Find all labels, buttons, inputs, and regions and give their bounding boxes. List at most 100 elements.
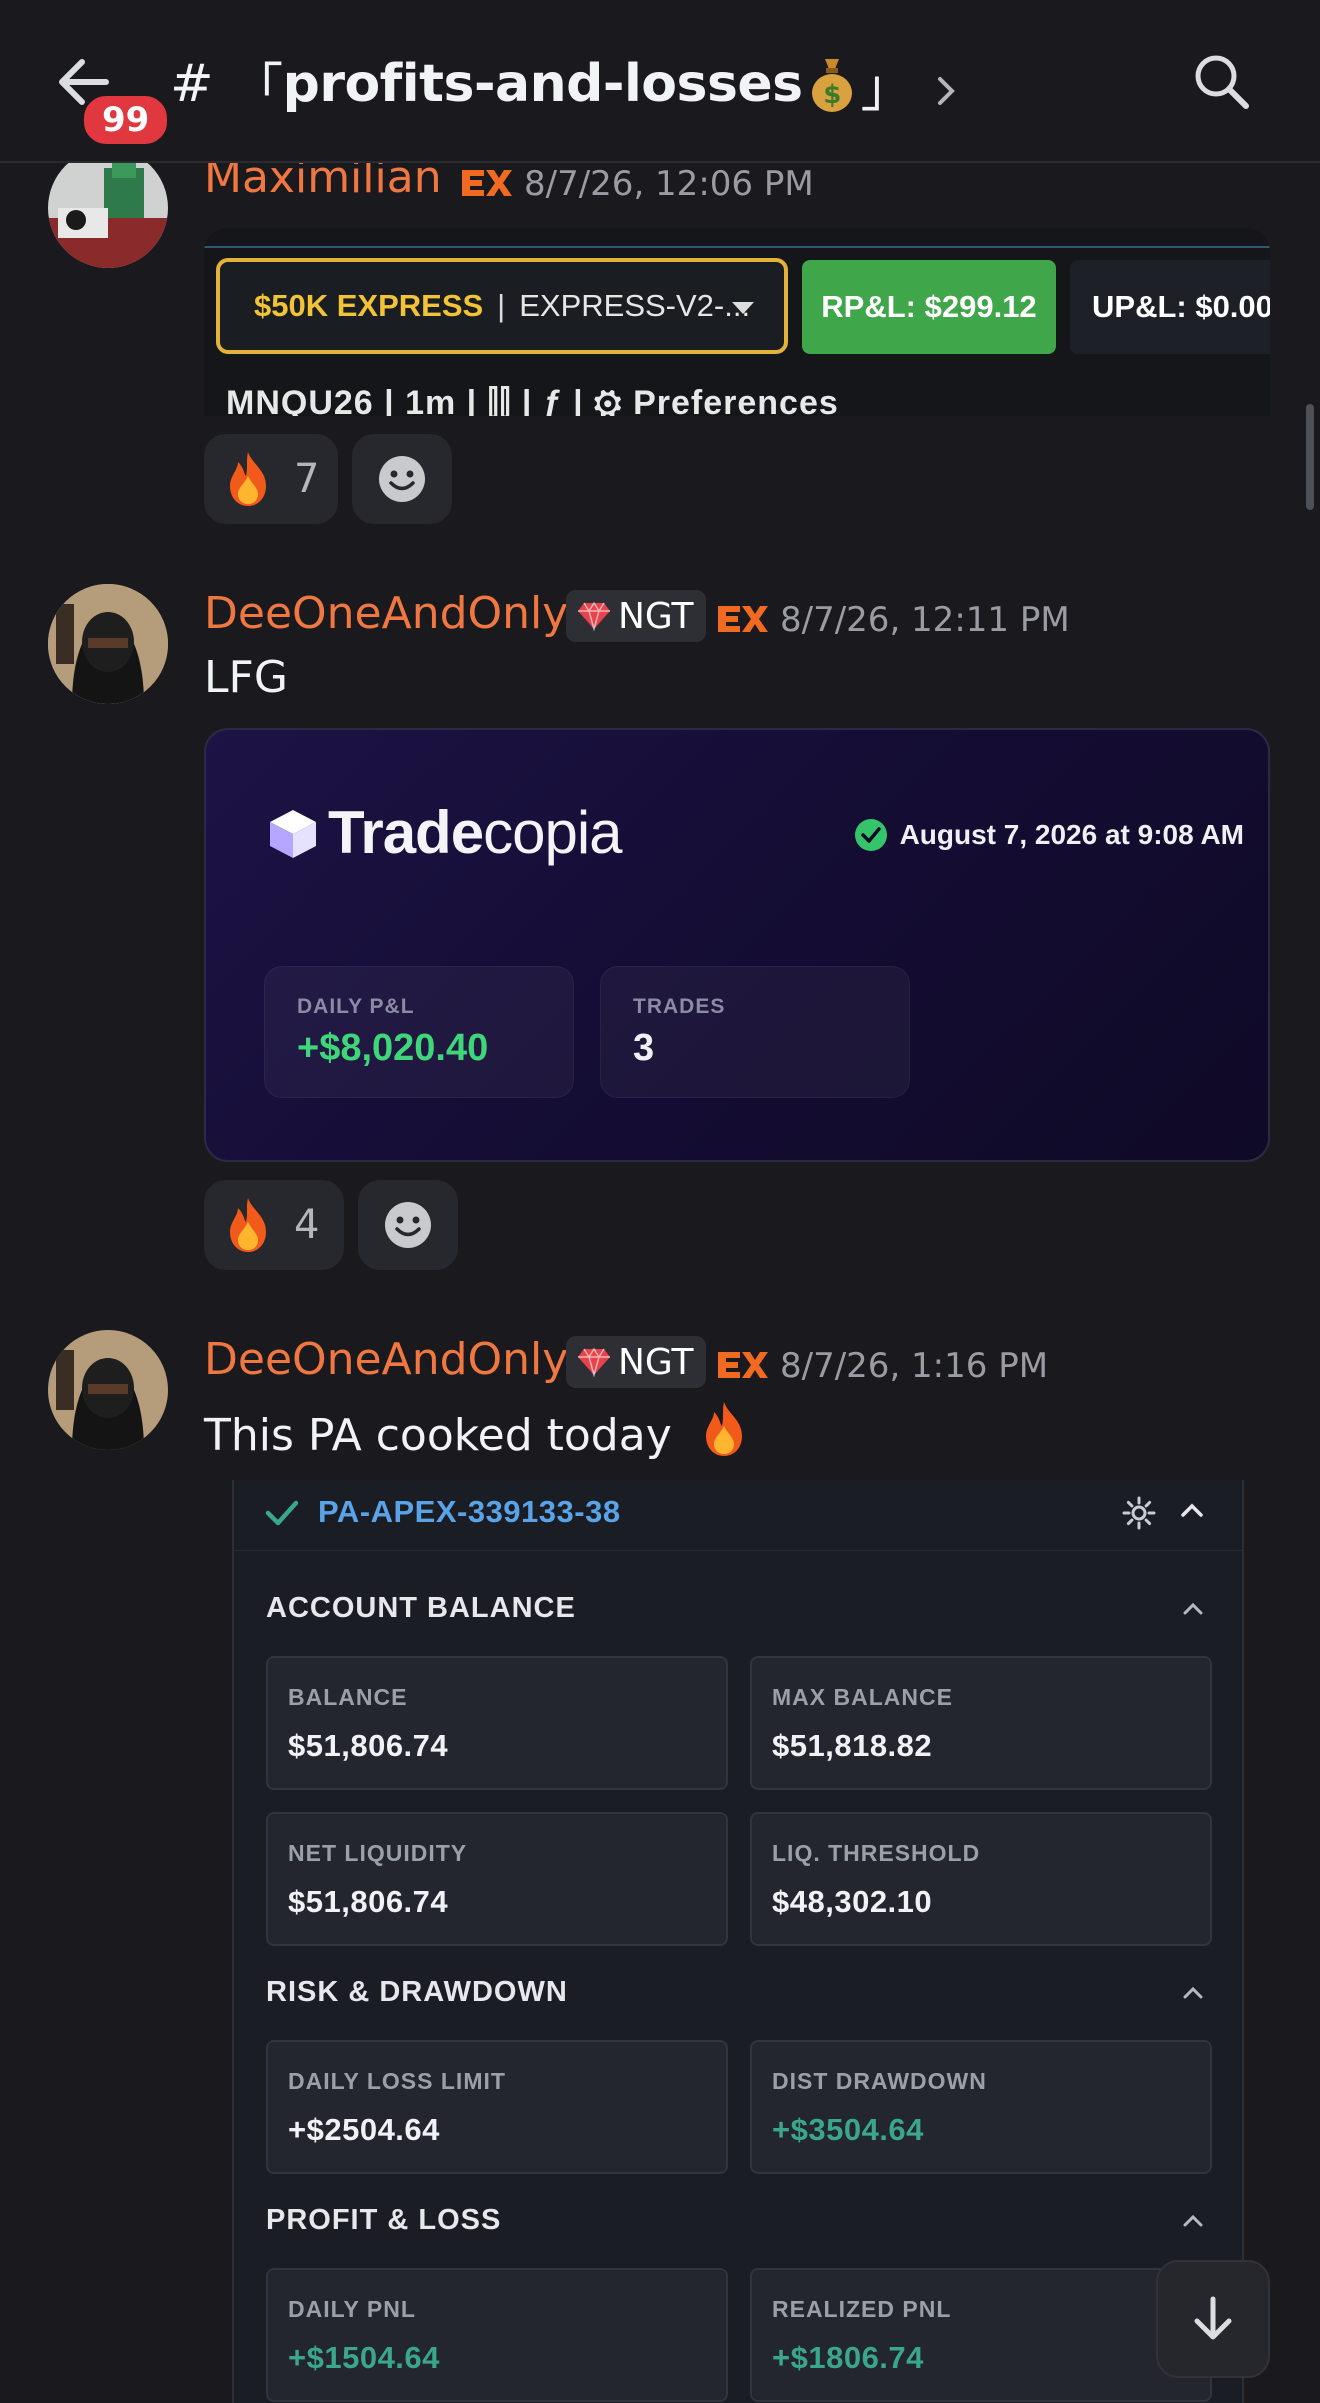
chevron-up-icon[interactable] <box>1180 1502 1204 1518</box>
stat-value: +$2504.64 <box>288 2112 440 2147</box>
divider <box>234 1550 1242 1551</box>
stat-value: $48,302.10 <box>772 1884 933 1919</box>
unread-badge: 99 <box>80 92 172 148</box>
stat-value: $51,806.74 <box>288 1884 449 1919</box>
username[interactable]: DeeOneAndOnly <box>204 1334 568 1385</box>
tradecopia-date: August 7, 2026 at 9:08 AM <box>854 818 1244 852</box>
channel-name: profits-and-losses <box>282 53 804 114</box>
stat-value: +$1504.64 <box>288 2340 440 2375</box>
stat-max-balance: MAX BALANCE $51,818.82 <box>750 1656 1212 1790</box>
tradecopia-card[interactable]: Tradecopia August 7, 2026 at 9:08 AM DAI… <box>204 728 1270 1162</box>
reaction-count: 4 <box>294 1202 320 1248</box>
arrow-down-icon <box>1194 2296 1232 2340</box>
avatar[interactable] <box>48 148 168 268</box>
emoji-smile-icon <box>379 456 425 502</box>
stat-liq-threshold: LIQ. THRESHOLD $48,302.10 <box>750 1812 1212 1946</box>
check-circle-icon <box>854 819 887 851</box>
add-reaction-button[interactable] <box>358 1180 458 1270</box>
role-tag[interactable]: NGT <box>566 1336 706 1388</box>
account-select[interactable]: $50K EXPRESS | EXPRESS-V2-... <box>216 258 788 354</box>
timestamp: 8/7/26, 12:11 PM <box>780 600 1070 640</box>
stat-label: MAX BALANCE <box>772 1684 953 1710</box>
hash-icon: # <box>170 53 214 114</box>
add-reaction-button[interactable] <box>352 434 452 524</box>
money-bag-icon: $ <box>809 55 855 113</box>
ex-logo-icon <box>716 1350 768 1380</box>
message-text: LFG <box>204 652 288 703</box>
username[interactable]: DeeOneAndOnly <box>204 588 568 639</box>
role-tag-label: NGT <box>618 595 694 637</box>
reaction-fire[interactable]: 7 <box>204 434 338 524</box>
card-label: TRADES <box>633 995 726 1018</box>
stat-value: +$3504.64 <box>772 2112 924 2147</box>
timestamp: 8/7/26, 12:06 PM <box>524 164 814 204</box>
role-tag[interactable]: NGT <box>566 590 706 642</box>
reaction-fire[interactable]: 4 <box>204 1180 344 1270</box>
chart-toolbar: MNQU26 | 1m | ⫿⫿ | ƒ | ⚙ Preferences <box>226 384 839 416</box>
brand-rest: copia <box>483 799 622 866</box>
daily-pnl-card: DAILY P&L +$8,020.40 <box>264 966 574 1098</box>
realized-pnl-badge: RP&L: $299.12 <box>802 260 1056 354</box>
stat-label: DAILY PNL <box>288 2296 416 2322</box>
timestamp: 8/7/26, 1:16 PM <box>780 1346 1049 1386</box>
tradecopia-logo: Tradecopia <box>264 798 623 867</box>
brand-bold: Trade <box>328 799 484 866</box>
chart-embed[interactable]: $50K EXPRESS | EXPRESS-V2-... RP&L: $299… <box>204 228 1270 416</box>
stat-value: $51,806.74 <box>288 1728 449 1763</box>
fire-icon <box>705 1402 742 1456</box>
gem-icon <box>578 1347 610 1377</box>
avatar[interactable] <box>48 1330 168 1450</box>
stat-label: REALIZED PNL <box>772 2296 952 2322</box>
stat-daily-loss-limit: DAILY LOSS LIMIT +$2504.64 <box>266 2040 728 2174</box>
search-icon[interactable] <box>1190 50 1252 112</box>
card-value: +$8,020.40 <box>297 1027 489 1069</box>
account-id[interactable]: PA-APEX-339133-38 <box>318 1494 621 1530</box>
stat-balance: BALANCE $51,806.74 <box>266 1656 728 1790</box>
message-text-content: This PA cooked today <box>204 1410 672 1461</box>
stat-value: +$1806.74 <box>772 2340 924 2375</box>
chevron-up-icon[interactable] <box>1182 2214 1204 2228</box>
bracket-open: 「 <box>231 59 283 119</box>
stat-label: BALANCE <box>288 1684 408 1710</box>
caret-down-icon <box>732 302 754 314</box>
fire-icon <box>230 452 266 506</box>
account-panel[interactable]: PA-APEX-339133-38 ACCOUNT BALANCE BALANC… <box>232 1480 1244 2403</box>
avatar[interactable] <box>48 584 168 704</box>
stat-label: LIQ. THRESHOLD <box>772 1840 981 1866</box>
account-header[interactable]: PA-APEX-339133-38 <box>234 1480 1242 1550</box>
channel-header: 99 # 「 profits-and-losses $ 」 <box>0 0 1320 163</box>
stat-daily-pnl: DAILY PNL +$1504.64 <box>266 2268 728 2402</box>
gear-icon[interactable] <box>1122 1496 1156 1530</box>
channel-title[interactable]: # 「 profits-and-losses $ 」 <box>170 46 960 121</box>
fire-icon <box>230 1198 266 1252</box>
chevron-right-icon <box>930 64 960 105</box>
separator: | <box>497 288 506 323</box>
section-title[interactable]: ACCOUNT BALANCE <box>266 1592 576 1625</box>
trades-card: TRADES 3 <box>600 966 910 1098</box>
checkmark-icon <box>265 1500 299 1526</box>
stat-value: $51,818.82 <box>772 1728 933 1763</box>
section-title[interactable]: RISK & DRAWDOWN <box>266 1976 568 2009</box>
chevron-up-icon[interactable] <box>1182 1986 1204 2000</box>
svg-text:$: $ <box>823 80 841 110</box>
account-label: $50K EXPRESS <box>254 288 484 323</box>
stat-dist-drawdown: DIST DRAWDOWN +$3504.64 <box>750 2040 1212 2174</box>
date-text: August 7, 2026 at 9:08 AM <box>899 819 1244 850</box>
scrollbar[interactable] <box>1306 404 1314 510</box>
card-label: DAILY P&L <box>297 995 415 1018</box>
ex-logo-icon <box>460 168 512 198</box>
stat-label: DIST DRAWDOWN <box>772 2068 987 2094</box>
chevron-up-icon[interactable] <box>1182 1602 1204 1616</box>
reaction-count: 7 <box>294 456 320 502</box>
stat-label: NET LIQUIDITY <box>288 1840 468 1866</box>
role-tag-label: NGT <box>618 1341 694 1383</box>
account-name: EXPRESS-V2-... <box>519 288 751 323</box>
cube-logo-icon <box>270 809 316 858</box>
unrealized-pnl-badge: UP&L: $0.00 <box>1070 260 1270 354</box>
stat-label: DAILY LOSS LIMIT <box>288 2068 506 2094</box>
emoji-smile-icon <box>385 1202 431 1248</box>
section-title[interactable]: PROFIT & LOSS <box>266 2204 501 2237</box>
stat-net-liquidity: NET LIQUIDITY $51,806.74 <box>266 1812 728 1946</box>
jump-to-bottom-button[interactable] <box>1156 2260 1270 2378</box>
gem-icon <box>578 601 610 631</box>
